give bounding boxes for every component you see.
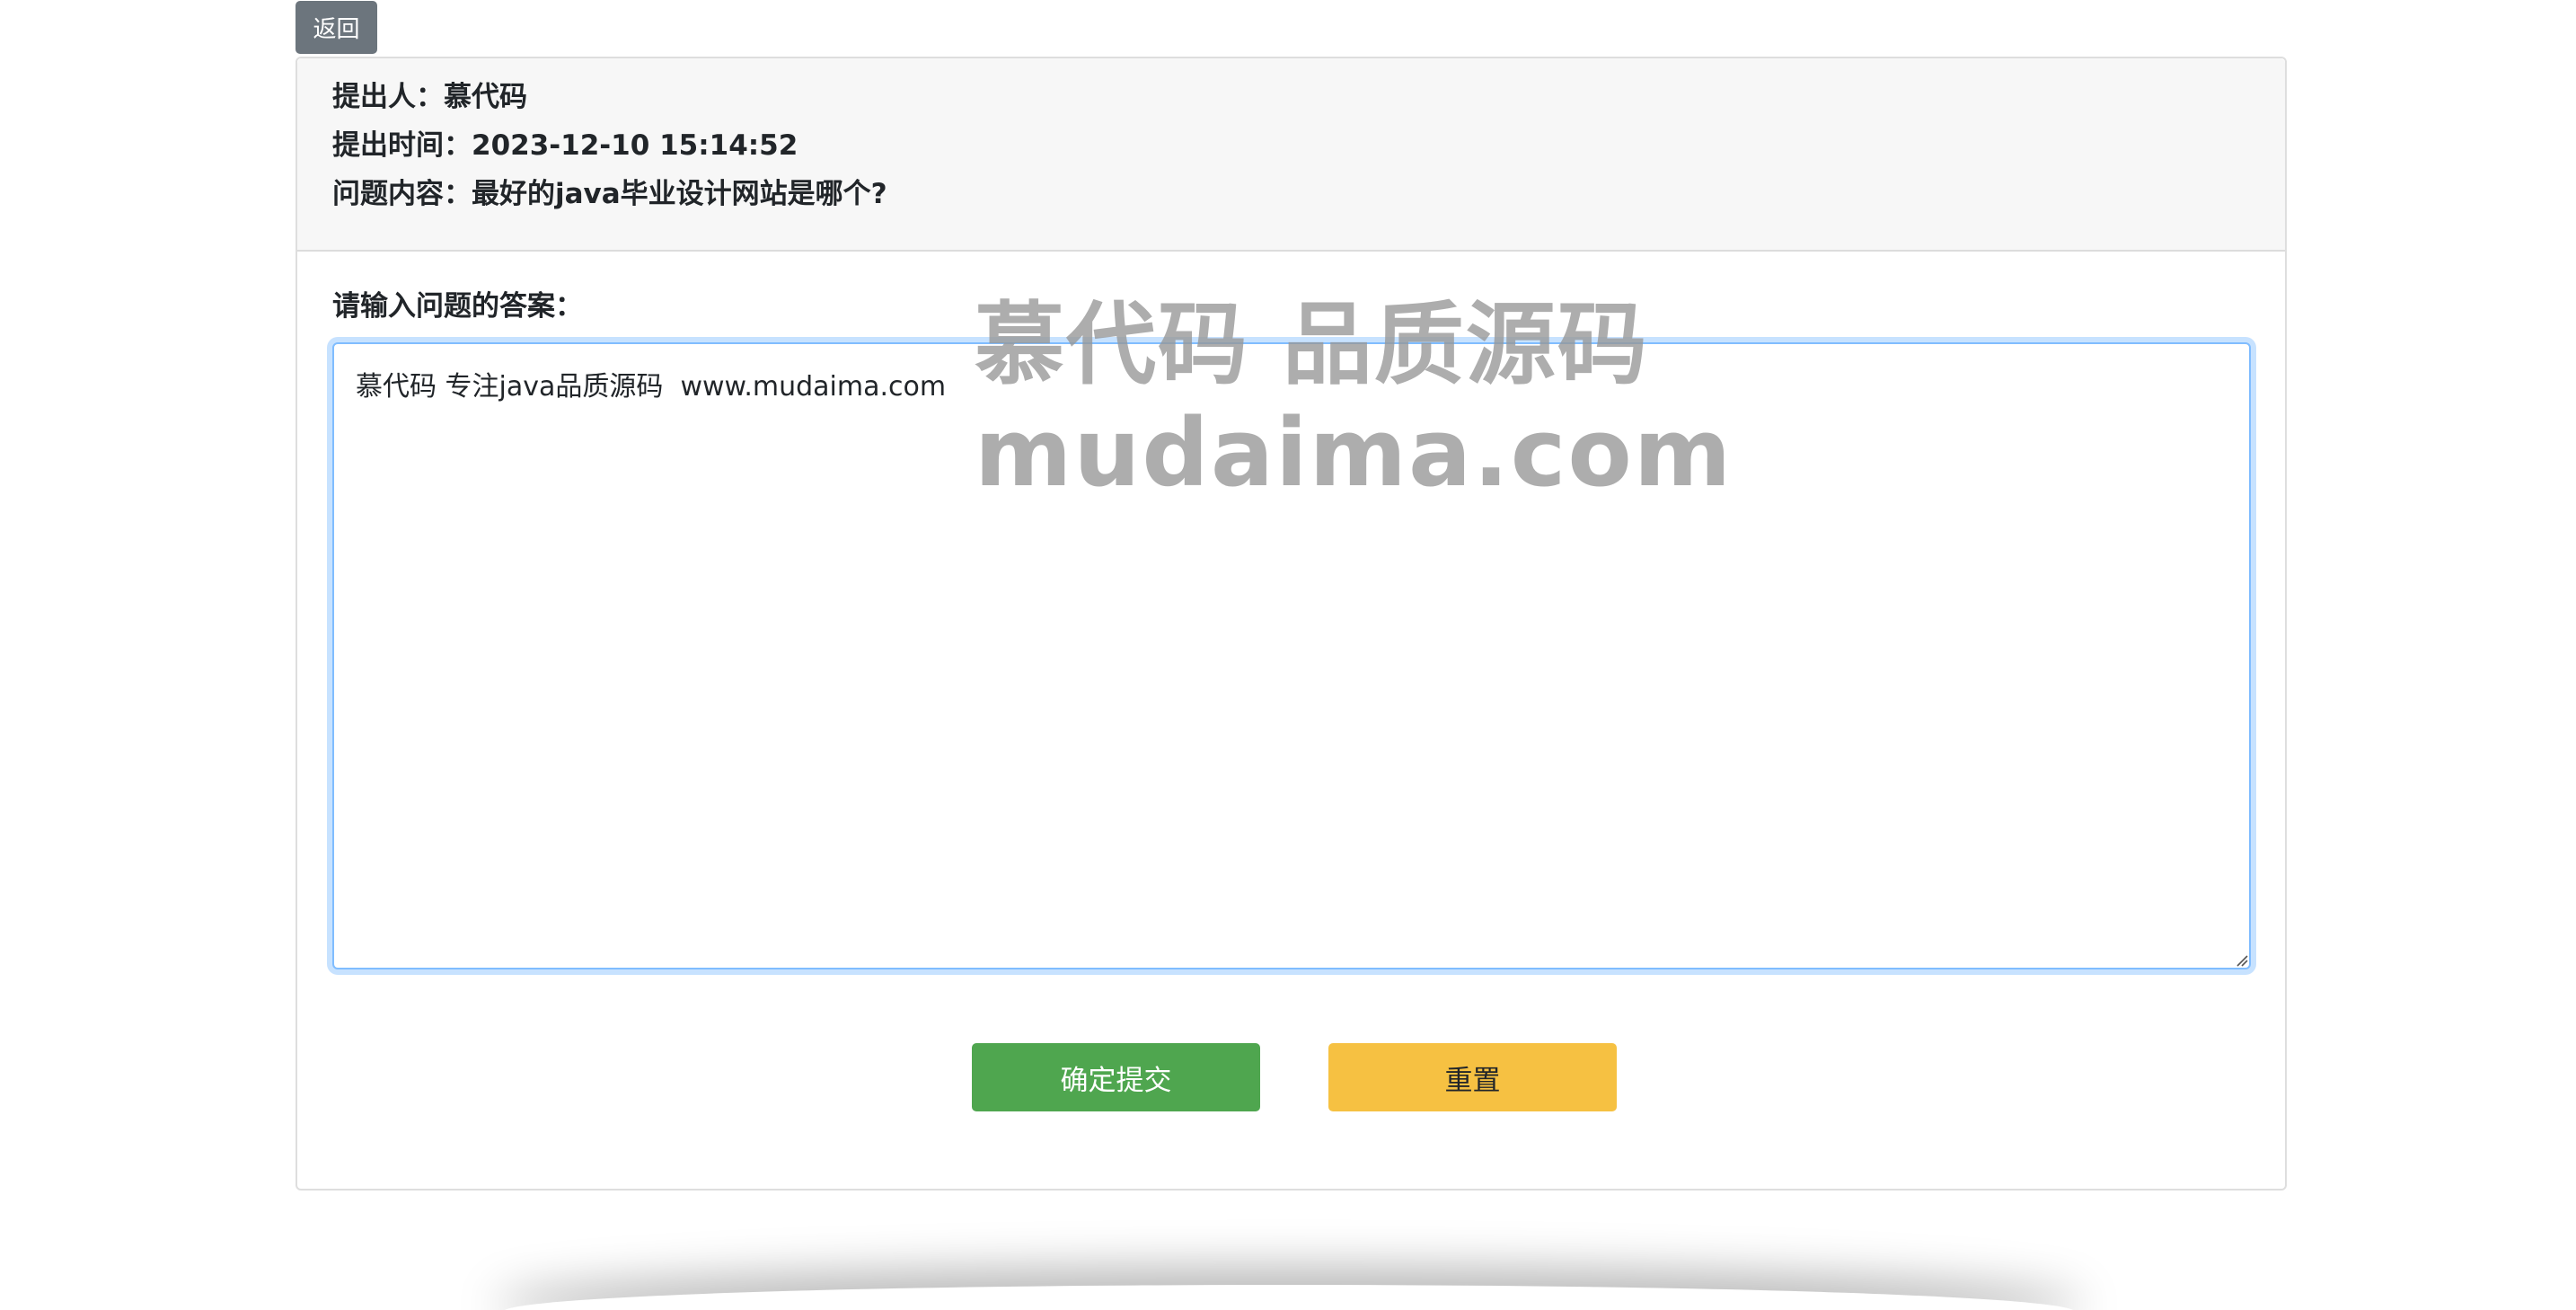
question-content: 问题内容：最好的java毕业设计网站是哪个? <box>332 178 887 210</box>
question-info-header: 提出人：慕代码 提出时间：2023-12-10 15:14:52 问题内容：最好… <box>297 58 2285 252</box>
question-time: 提出时间：2023-12-10 15:14:52 <box>332 129 798 162</box>
bottom-shadow-decoration <box>503 1285 2075 1310</box>
page: 返回 提出人：慕代码 提出时间：2023-12-10 15:14:52 问题内容… <box>0 0 2576 1310</box>
answer-label: 请输入问题的答案： <box>332 290 583 323</box>
answer-card: 提出人：慕代码 提出时间：2023-12-10 15:14:52 问题内容：最好… <box>296 57 2287 1191</box>
submit-button[interactable]: 确定提交 <box>972 1043 1260 1111</box>
reset-button[interactable]: 重置 <box>1328 1043 1617 1111</box>
back-button[interactable]: 返回 <box>296 1 377 54</box>
answer-textarea[interactable]: 慕代码 专注java品质源码 www.mudaima.com <box>332 342 2251 969</box>
question-author: 提出人：慕代码 <box>332 81 527 113</box>
